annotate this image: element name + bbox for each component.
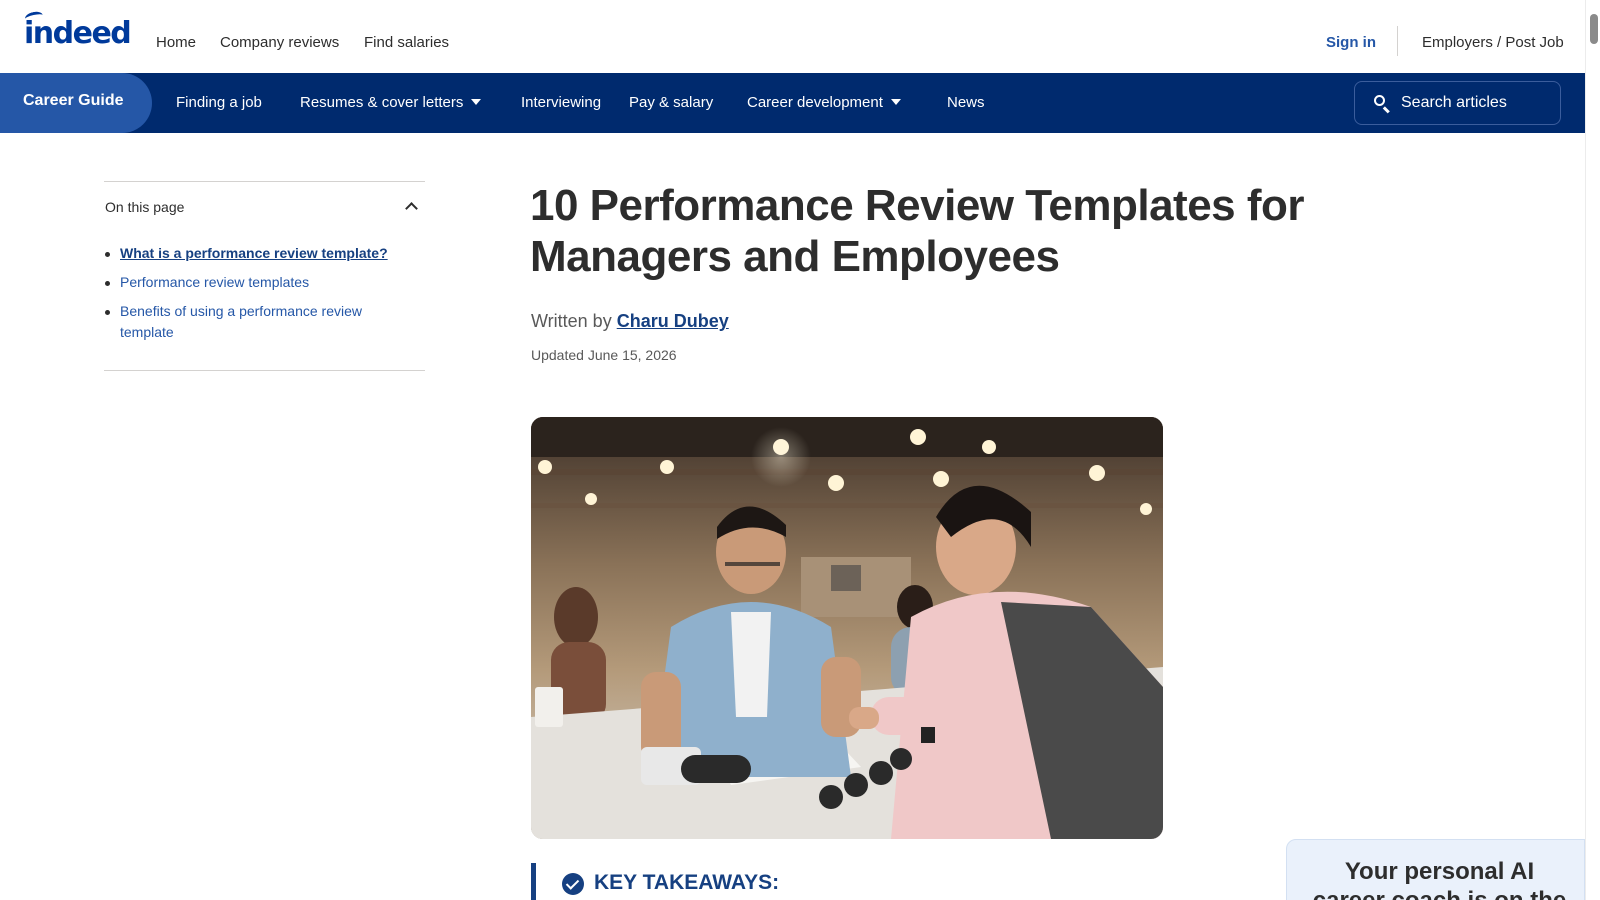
nav-item-label: Pay & salary bbox=[629, 94, 714, 111]
top-header: indeed Home Company reviews Find salarie… bbox=[0, 0, 1585, 73]
nav-find-salaries-link[interactable]: Find salaries bbox=[364, 34, 449, 51]
nav-item-label: Finding a job bbox=[176, 94, 262, 111]
page-scrollbar[interactable] bbox=[1585, 0, 1600, 900]
on-this-page-toc: On this page What is a performance revie… bbox=[104, 181, 425, 371]
author-link[interactable]: Charu Dubey bbox=[617, 311, 729, 331]
sign-in-link[interactable]: Sign in bbox=[1326, 34, 1376, 51]
toc-item-benefits[interactable]: Benefits of using a performance review t… bbox=[105, 301, 410, 343]
career-guide-label: Career Guide bbox=[23, 92, 124, 109]
employers-post-job-link[interactable]: Employers / Post Job bbox=[1422, 34, 1564, 51]
updated-date: Updated June 15, 2026 bbox=[531, 347, 677, 363]
career-guide-nav: Career Guide Finding a job Resumes & cov… bbox=[0, 73, 1585, 133]
nav-resumes-cover-letters[interactable]: Resumes & cover letters bbox=[300, 94, 482, 111]
nav-home-link[interactable]: Home bbox=[156, 34, 196, 51]
nav-item-label: News bbox=[947, 94, 985, 111]
toc-item-templates[interactable]: Performance review templates bbox=[105, 272, 410, 293]
nav-item-label: Career development bbox=[747, 94, 883, 111]
nav-company-reviews-link[interactable]: Company reviews bbox=[220, 34, 339, 51]
nav-career-development[interactable]: Career development bbox=[747, 94, 901, 111]
nav-item-label: Resumes & cover letters bbox=[300, 94, 464, 111]
article-title: 10 Performance Review Templates for Mana… bbox=[530, 181, 1305, 281]
search-placeholder: Search articles bbox=[1401, 94, 1507, 111]
nav-finding-a-job[interactable]: Finding a job bbox=[176, 94, 262, 111]
search-articles-input[interactable]: Search articles bbox=[1354, 81, 1561, 125]
scrollbar-thumb[interactable] bbox=[1590, 14, 1598, 44]
key-takeaways-heading: KEY TAKEAWAYS: bbox=[594, 871, 780, 894]
caret-down-icon bbox=[890, 99, 901, 105]
check-circle-icon bbox=[562, 873, 584, 895]
career-guide-home-button[interactable]: Career Guide bbox=[0, 73, 152, 133]
header-divider bbox=[1397, 26, 1398, 56]
toc-title: On this page bbox=[105, 199, 185, 215]
toc-item-what-is-template[interactable]: What is a performance review template? bbox=[105, 243, 410, 264]
caret-down-icon bbox=[471, 99, 482, 105]
ai-coach-text: Your personal AI career coach is on the bbox=[1313, 858, 1566, 900]
search-icon bbox=[1373, 94, 1393, 114]
toc-list: What is a performance review template? P… bbox=[105, 243, 410, 351]
written-by-label: Written by bbox=[531, 311, 617, 331]
hero-illustration bbox=[531, 417, 1163, 839]
chevron-up-icon[interactable] bbox=[405, 202, 418, 215]
nav-item-label: Interviewing bbox=[521, 94, 602, 111]
nav-news[interactable]: News bbox=[947, 94, 985, 111]
byline: Written by Charu Dubey bbox=[531, 311, 729, 332]
indeed-logo[interactable]: indeed bbox=[24, 10, 132, 51]
nav-interviewing[interactable]: Interviewing bbox=[521, 94, 601, 111]
nav-pay-salary[interactable]: Pay & salary bbox=[629, 94, 713, 111]
key-takeaways-accent-bar bbox=[531, 863, 536, 900]
logo-text: indeed bbox=[24, 16, 132, 51]
hero-image bbox=[531, 417, 1163, 839]
ai-career-coach-card[interactable]: Your personal AI career coach is on the bbox=[1286, 839, 1585, 900]
